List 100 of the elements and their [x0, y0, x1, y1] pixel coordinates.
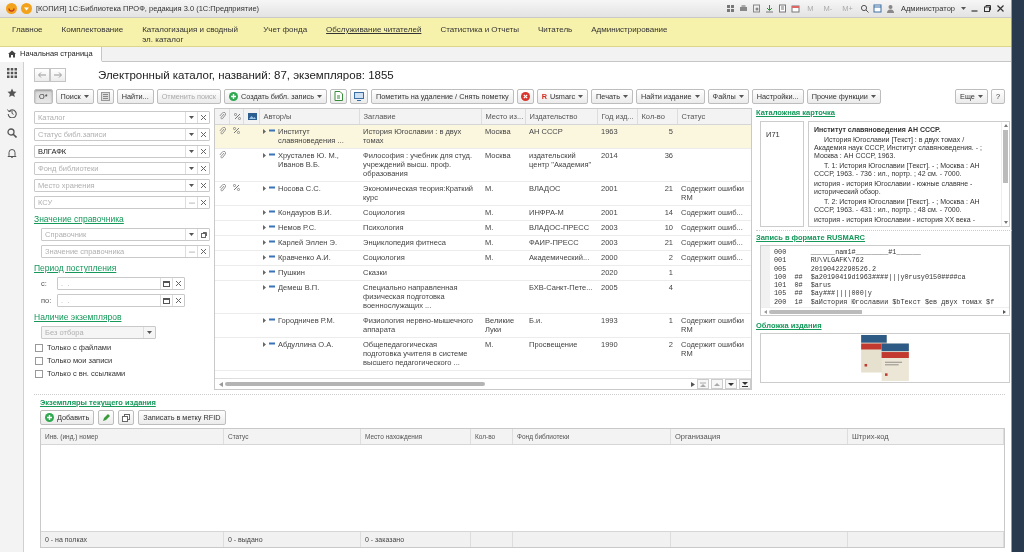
toolbar-button[interactable] [98, 410, 115, 425]
user-icon[interactable] [885, 4, 895, 13]
toolbar-button[interactable] [516, 88, 534, 104]
horizontal-scrollbar[interactable] [761, 307, 1009, 316]
caret-icon [623, 94, 628, 98]
checkbox[interactable] [35, 369, 43, 378]
search-icon[interactable] [6, 128, 17, 138]
expand-arrow-icon[interactable] [263, 317, 266, 323]
close-icon[interactable] [201, 115, 206, 120]
scroll-down-icon[interactable] [1003, 221, 1008, 224]
app-logo-icon[interactable] [6, 3, 17, 14]
scroll-up-icon[interactable] [1003, 124, 1008, 127]
last-row-button[interactable] [739, 379, 751, 389]
caret-icon [189, 233, 194, 236]
close-icon[interactable] [201, 183, 206, 188]
expand-arrow-icon[interactable] [263, 128, 266, 134]
book-cover-drawing [861, 335, 909, 382]
double-down-arrow-icon [742, 381, 748, 387]
close-icon[interactable] [201, 166, 206, 171]
toolbar-button[interactable] [330, 88, 347, 104]
zoom-icon[interactable] [859, 4, 869, 13]
vertical-scrollbar[interactable] [1001, 122, 1009, 226]
restore-icon[interactable] [983, 4, 992, 13]
close-icon[interactable] [176, 281, 181, 286]
section-link[interactable]: Значение справочника [34, 214, 124, 224]
document-icon[interactable] [778, 4, 788, 13]
expand-arrow-icon[interactable] [263, 224, 266, 230]
scroll-left-icon[interactable] [219, 381, 223, 387]
panel-icon[interactable] [872, 4, 882, 13]
expand-arrow-icon[interactable] [263, 239, 266, 245]
menu-item[interactable]: Учет фонда [263, 25, 308, 35]
caret-icon [189, 150, 194, 153]
dash-icon [269, 317, 275, 321]
plus-icon [228, 91, 238, 101]
preview-icon[interactable] [752, 4, 762, 13]
caret-icon [189, 167, 194, 170]
close-icon[interactable] [201, 249, 206, 254]
dash-icon [269, 209, 275, 213]
menu-item[interactable]: Читатель [538, 25, 573, 35]
next-row-button[interactable] [725, 379, 737, 389]
dash-icon [269, 269, 275, 273]
open-icon[interactable] [200, 231, 207, 238]
close-icon[interactable] [201, 132, 206, 137]
document-icon [334, 91, 343, 101]
printer-icon[interactable] [739, 4, 749, 13]
toolbar-button[interactable] [118, 410, 135, 425]
dash-icon [269, 152, 275, 156]
section-link[interactable]: Наличие экземпляров [34, 312, 122, 322]
history-icon[interactable] [6, 108, 17, 118]
section-link[interactable]: Период поступления [34, 263, 117, 273]
calendar-icon[interactable] [163, 280, 170, 287]
menu-item[interactable]: Главное [12, 25, 43, 35]
calendar-icon[interactable] [791, 4, 801, 13]
left-arrow-icon [38, 72, 46, 78]
checkbox[interactable] [35, 356, 43, 365]
caret-icon [977, 94, 983, 98]
expand-arrow-icon[interactable] [263, 152, 266, 158]
menu-item[interactable]: Статистика и Отчеты [440, 25, 519, 35]
close-icon[interactable] [201, 149, 206, 154]
right-arrow-icon [54, 72, 62, 78]
menu-item[interactable]: Комплектование [61, 25, 124, 35]
caret-icon [961, 7, 966, 10]
plus-icon [45, 413, 54, 422]
dash-icon [269, 284, 275, 288]
menu-item[interactable]: Администрирование [591, 25, 668, 35]
caret-icon [578, 94, 584, 98]
expand-arrow-icon[interactable] [263, 254, 266, 260]
paperclip-icon [219, 112, 226, 121]
list-icon [100, 91, 110, 101]
menu-item[interactable]: Каталогизация и сводный эл. каталог [142, 25, 245, 45]
star-icon[interactable] [6, 88, 17, 98]
caret-icon [83, 94, 89, 98]
caret-icon [870, 94, 876, 98]
expand-arrow-icon[interactable] [263, 341, 266, 347]
checkbox[interactable] [35, 343, 43, 352]
apps-grid-icon[interactable] [6, 68, 17, 78]
toolbar-button[interactable] [96, 88, 114, 104]
expand-arrow-icon[interactable] [263, 185, 266, 191]
grid-icon[interactable] [726, 4, 736, 13]
scroll-right-icon[interactable] [691, 381, 695, 387]
download-icon[interactable] [765, 4, 775, 13]
close-icon[interactable] [996, 4, 1005, 13]
caret-icon [189, 133, 194, 136]
page-title: Электронный каталог, названий: 87, экземпляров: 1855 [98, 69, 394, 81]
caret-icon [189, 184, 194, 187]
close-icon[interactable] [176, 298, 181, 303]
expand-arrow-icon[interactable] [263, 269, 266, 275]
delete-icon [520, 91, 530, 101]
caret-icon [738, 94, 744, 98]
caret-icon [189, 116, 194, 119]
close-icon[interactable] [201, 200, 206, 205]
bell-icon[interactable] [6, 148, 17, 158]
caret-icon [147, 331, 152, 334]
monitor-icon [354, 91, 364, 101]
expand-arrow-icon[interactable] [263, 284, 266, 290]
expand-arrow-icon[interactable] [263, 209, 266, 215]
scroll-left-icon [764, 309, 767, 314]
toolbar-button[interactable] [350, 88, 368, 104]
menu-item[interactable]: Обслуживание читателей [326, 25, 422, 35]
calendar-icon[interactable] [163, 297, 170, 304]
